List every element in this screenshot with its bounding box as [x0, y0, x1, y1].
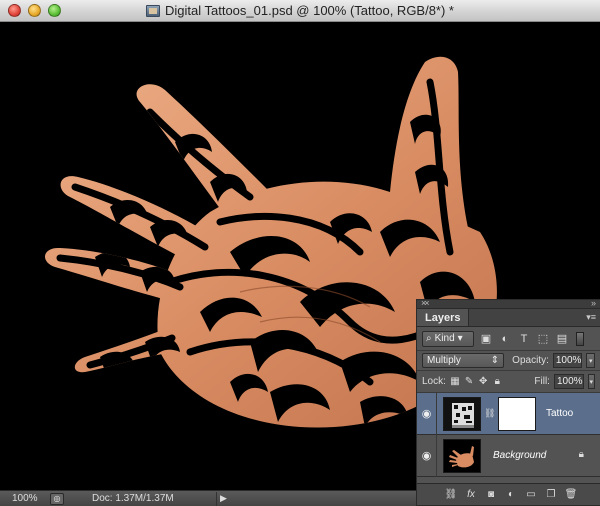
pixel-layer-filter-icon[interactable]: ▣: [479, 332, 493, 346]
status-menu-arrow-icon[interactable]: ▶: [216, 491, 230, 506]
window-controls: [8, 4, 61, 17]
chevron-down-icon: ▾: [457, 333, 463, 344]
lock-position-icon[interactable]: ✥: [478, 375, 488, 388]
fill-field[interactable]: 100%: [553, 374, 584, 389]
lock-row: Lock: ▦ ✎ ✥ 🔒︎ Fill: 100% ▾: [417, 371, 600, 393]
new-group-icon[interactable]: ▭: [524, 489, 538, 500]
panel-header-strip[interactable]: ×× »: [417, 298, 600, 309]
panel-tab-row: Layers ▾≡: [417, 309, 600, 327]
blend-mode-value: Multiply: [427, 355, 461, 366]
window-title-group: Digital Tattoos_01.psd @ 100% (Tattoo, R…: [146, 3, 454, 18]
blend-row: Multiply ⇕ Opacity: 100% ▾: [417, 351, 600, 371]
filter-kind-select[interactable]: ⌕ Kind ▾: [422, 330, 474, 347]
layer-filter-row: ⌕ Kind ▾ ▣ ◐ T ⬚ ▤: [417, 327, 600, 351]
fill-dropdown-icon[interactable]: ▾: [587, 374, 595, 389]
document-icon: [146, 4, 160, 17]
visibility-eye-icon[interactable]: ◉: [417, 392, 437, 435]
lock-transparent-pixels-icon[interactable]: ▦: [450, 375, 460, 388]
layers-panel-footer: ⛓︎ fx ◙ ◐ ▭ ❐ 🗑︎: [417, 483, 600, 505]
lock-all-icon[interactable]: 🔒︎: [492, 375, 502, 388]
chevron-down-icon: ⇕: [490, 355, 500, 366]
document-size-readout: Doc: 1.37M/1.37M: [92, 493, 174, 504]
type-layer-filter-icon[interactable]: T: [517, 332, 531, 346]
close-window-button[interactable]: [8, 4, 21, 17]
add-mask-icon[interactable]: ◙: [484, 489, 498, 500]
blend-mode-select[interactable]: Multiply ⇕: [422, 353, 505, 368]
tattoo-pattern-icon: [452, 402, 474, 428]
layer-row-tattoo[interactable]: ◉ ⛓︎ Tattoo: [417, 392, 600, 435]
layer-row-background[interactable]: ◉ Background 🔒︎: [417, 434, 600, 477]
smart-object-filter-icon[interactable]: ▤: [555, 332, 569, 346]
filter-kind-label: Kind: [434, 333, 455, 344]
window-title: Digital Tattoos_01.psd @ 100% (Tattoo, R…: [165, 3, 454, 18]
tab-layers[interactable]: Layers: [417, 309, 470, 326]
hand-icon: [449, 445, 474, 467]
panel-close-icon[interactable]: ××: [421, 298, 429, 308]
layer-thumbnail[interactable]: [443, 438, 481, 473]
link-layers-icon[interactable]: ⛓︎: [444, 489, 458, 500]
status-bar: 100% ◎ Doc: 1.37M/1.37M ▶: [0, 490, 420, 506]
zoom-level-field[interactable]: 100%: [0, 493, 44, 504]
layer-mask-thumbnail[interactable]: [498, 396, 536, 431]
mask-link-icon[interactable]: ⛓︎: [484, 408, 495, 419]
panel-menu-icon[interactable]: ▾≡: [586, 312, 596, 323]
fill-label: Fill:: [534, 376, 550, 387]
adjustment-layer-filter-icon[interactable]: ◐: [498, 332, 512, 346]
opacity-dropdown-icon[interactable]: ▾: [586, 353, 595, 368]
panel-collapse-icon[interactable]: »: [591, 298, 596, 308]
opacity-label: Opacity:: [512, 355, 549, 366]
window-titlebar[interactable]: Digital Tattoos_01.psd @ 100% (Tattoo, R…: [0, 0, 600, 22]
visibility-eye-icon[interactable]: ◉: [417, 434, 437, 477]
layers-panel: ×× » Layers ▾≡ ⌕ Kind ▾ ▣ ◐ T ⬚ ▤ Multip…: [416, 298, 600, 506]
lock-image-pixels-icon[interactable]: ✎: [464, 375, 474, 388]
layer-name[interactable]: Tattoo: [546, 408, 573, 419]
search-icon: ⌕: [426, 333, 432, 344]
adjustment-layer-icon[interactable]: ◐: [504, 489, 518, 500]
opacity-field[interactable]: 100%: [552, 353, 583, 368]
proof-icon[interactable]: ◎: [50, 492, 64, 505]
delete-layer-icon[interactable]: 🗑︎: [564, 489, 578, 500]
layer-name[interactable]: Background: [493, 450, 546, 461]
new-layer-icon[interactable]: ❐: [544, 489, 558, 500]
shape-layer-filter-icon[interactable]: ⬚: [536, 332, 550, 346]
lock-label: Lock:: [422, 376, 446, 387]
minimize-window-button[interactable]: [28, 4, 41, 17]
layer-lock-icon: 🔒︎: [578, 449, 584, 460]
layer-style-icon[interactable]: fx: [464, 489, 478, 500]
layer-thumbnail[interactable]: [443, 396, 481, 431]
filter-toggle-switch[interactable]: [576, 331, 584, 346]
zoom-window-button[interactable]: [48, 4, 61, 17]
